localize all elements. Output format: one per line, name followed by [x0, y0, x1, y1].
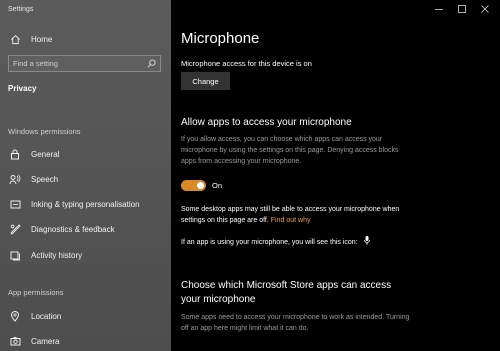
app-title: Settings	[8, 6, 34, 13]
home-icon	[8, 32, 22, 46]
icon-note-text: If an app is using your microphone, you …	[181, 239, 358, 246]
page-title: Microphone	[181, 30, 260, 47]
sidebar-item-label: Home	[31, 34, 53, 44]
microphone-icon	[363, 236, 370, 245]
sidebar-item-label: Inking & typing personalisation	[31, 199, 140, 209]
main-content: Microphone Microphone access for this de…	[171, 0, 500, 351]
store-apps-description: Some apps need to access your microphone…	[181, 314, 410, 332]
desktop-apps-note: Some desktop apps may still be able to a…	[181, 204, 416, 226]
allow-apps-heading: Allow apps to access your microphone	[181, 117, 352, 128]
sidebar-item-label: Activity history	[31, 250, 83, 260]
speech-icon	[8, 172, 22, 186]
sidebar-item-activity-history[interactable]: Activity history	[8, 248, 82, 262]
location-icon	[8, 309, 22, 323]
sidebar-item-speech[interactable]: Speech	[8, 172, 58, 186]
sidebar: Settings Home Privacy Windows permission…	[0, 0, 171, 351]
search-icon[interactable]	[147, 55, 156, 73]
search-input[interactable]	[13, 59, 133, 68]
change-button[interactable]: Change	[181, 72, 230, 90]
search-box[interactable]	[8, 55, 161, 72]
windows-permissions-heading: Windows permissions	[8, 127, 81, 136]
section-title-privacy: Privacy	[8, 84, 37, 93]
sidebar-item-label: Location	[31, 311, 62, 321]
toggle-state-label: On	[212, 181, 223, 190]
store-apps-heading-line2: your microphone	[181, 294, 256, 305]
sidebar-item-label: Speech	[31, 174, 59, 184]
store-apps-heading-line1: Choose which Microsoft Store apps can ac…	[181, 280, 392, 291]
lock-icon	[8, 147, 22, 161]
sidebar-item-home[interactable]: Home	[8, 32, 52, 46]
app-permissions-heading: App permissions	[8, 288, 64, 297]
camera-icon	[8, 334, 22, 348]
store-apps-heading: Choose which Microsoft Store apps can ac…	[181, 279, 416, 307]
sidebar-item-inking-typing[interactable]: Inking & typing personalisation	[8, 197, 140, 211]
activity-icon	[8, 248, 22, 262]
sidebar-item-label: General	[31, 149, 60, 159]
diagnostics-icon	[8, 222, 22, 236]
allow-apps-toggle[interactable]	[181, 180, 206, 191]
icon-note: If an app is using your microphone, you …	[181, 236, 441, 248]
allow-apps-description: If you allow access, you can choose whic…	[181, 136, 399, 165]
sidebar-item-location[interactable]: Location	[8, 309, 61, 323]
sidebar-item-diagnostics[interactable]: Diagnostics & feedback	[8, 222, 115, 236]
toggle-knob	[197, 182, 204, 189]
sidebar-item-label: Diagnostics & feedback	[31, 224, 115, 234]
find-out-why-link[interactable]: Find out why	[271, 217, 311, 224]
sidebar-item-camera[interactable]: Camera	[8, 334, 59, 348]
sidebar-item-label: Camera	[31, 336, 60, 346]
inking-icon	[8, 197, 22, 211]
device-access-status: Microphone access for this device is on	[181, 59, 312, 68]
sidebar-item-general[interactable]: General	[8, 147, 59, 161]
